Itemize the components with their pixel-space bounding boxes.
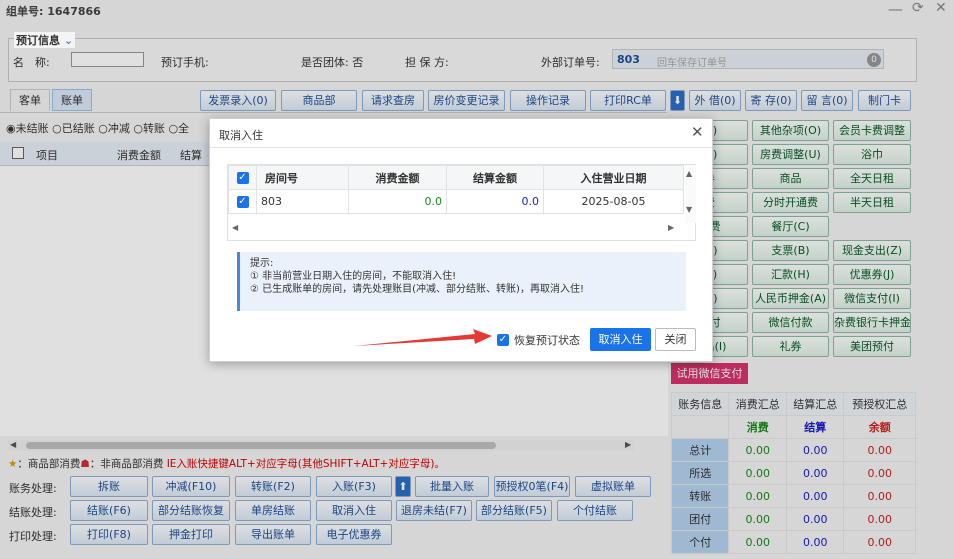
col-room: 房间号 xyxy=(256,165,349,190)
close-button[interactable]: 关闭 xyxy=(655,328,696,351)
tip-line-2: ② 已生成账单的房间，请先处理账目(冲减、部分结账、转账)，再取消入住! xyxy=(250,284,584,295)
col-consume-amount: 消费金额 xyxy=(348,165,447,190)
cell-settle: 0.0 xyxy=(446,189,544,214)
dialog-close-icon[interactable]: ✕ xyxy=(691,123,704,141)
tip-title: 提示: xyxy=(250,258,274,269)
room-table-panel: ✓ 房间号 消费金额 结算金额 入住营业日期 ✓ 803 0.0 0.0 202… xyxy=(227,164,696,241)
dialog-h-scrollbar[interactable]: ◀ ▶ xyxy=(228,223,684,235)
table-row[interactable]: ✓ 803 0.0 0.0 2025-08-05 xyxy=(228,189,684,214)
cell-room: 803 xyxy=(256,189,349,214)
red-arrow-icon xyxy=(354,329,492,346)
dialog-title: 取消入住 xyxy=(219,129,263,142)
booking-section-title: 预订信息 ⌄ xyxy=(14,32,76,48)
col-settle-amount: 结算金额 xyxy=(446,165,544,190)
tip-line-1: ① 非当前营业日期入住的房间，不能取消入住! xyxy=(250,271,457,282)
restore-label: 恢复预订状态 xyxy=(514,334,580,347)
room-table: ✓ 房间号 消费金额 结算金额 入住营业日期 ✓ 803 0.0 0.0 202… xyxy=(228,165,684,214)
tip-box: 提示: ① 非当前营业日期入住的房间，不能取消入住! ② 已生成账单的房间，请先… xyxy=(237,252,686,311)
confirm-cancel-checkin-button[interactable]: 取消入住 xyxy=(590,328,651,351)
cell-consume: 0.0 xyxy=(348,189,447,214)
row-checkbox[interactable]: ✓ xyxy=(228,189,257,214)
cell-date: 2025-08-05 xyxy=(543,189,684,214)
restore-checkbox[interactable]: ✓ xyxy=(497,333,509,346)
col-checkin-date: 入住营业日期 xyxy=(543,165,684,190)
vertical-scrollbar[interactable]: ▲ ▼ xyxy=(685,165,696,223)
header-checkbox[interactable]: ✓ xyxy=(228,165,257,190)
